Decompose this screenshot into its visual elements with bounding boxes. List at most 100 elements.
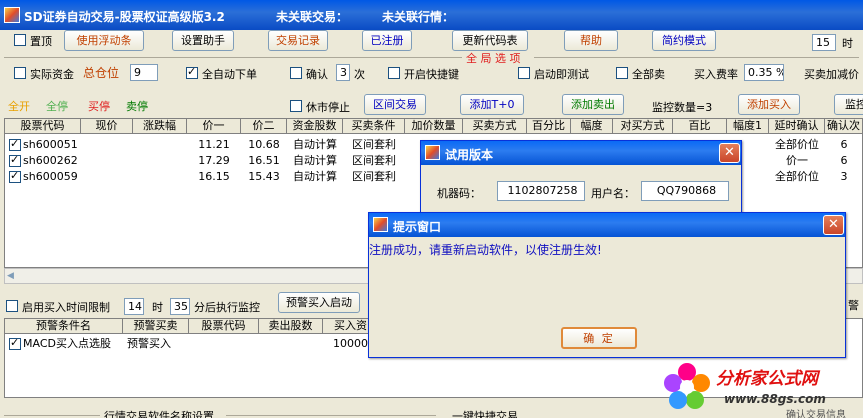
row-checkbox[interactable] (9, 137, 21, 151)
options-group-line-left (4, 57, 462, 58)
sell-all-checkbox[interactable] (616, 67, 628, 79)
sell-add-price-label: 买卖加减价 (804, 68, 859, 81)
time-limit-hour-input[interactable]: 14 (124, 298, 144, 315)
buy-fee-label: 买入费率 (694, 68, 738, 81)
main-header-cell[interactable]: 现价 (81, 119, 133, 134)
alert-row-checkbox[interactable] (9, 336, 21, 350)
registered-button[interactable]: 已注册 (362, 30, 412, 51)
total-position-input[interactable]: 9 (130, 64, 158, 81)
add-buy-button[interactable]: 添加买入 (738, 94, 800, 115)
alert-cell-name: MACD买入点选股 (23, 337, 111, 350)
quote-status: 未关联行情： (382, 10, 455, 24)
main-header-cell[interactable]: 买卖方式 (463, 119, 527, 134)
cell-confirm: 6 (840, 154, 848, 167)
market-halt-checkbox[interactable] (290, 100, 302, 112)
main-header-cell[interactable]: 幅度 (571, 119, 613, 134)
add-sell-button[interactable]: 添加卖出 (562, 94, 624, 115)
cell-funds: 自动计算 (293, 138, 337, 151)
main-header-cell[interactable]: 资金股数 (287, 119, 343, 134)
cell-p1: 11.21 (198, 138, 230, 151)
main-header-cell[interactable]: 对买方式 (613, 119, 673, 134)
all-start-link[interactable]: 全开 (8, 98, 30, 114)
main-header-cell[interactable]: 价一 (187, 119, 241, 134)
add-t0-button[interactable]: 添加T+0 (460, 94, 524, 115)
main-header-cell[interactable]: 买卖条件 (343, 119, 405, 134)
sell-all-label: 全部卖 (632, 68, 665, 81)
move-bar-button[interactable]: 使用浮动条 (64, 30, 144, 51)
all-stop-link[interactable]: 全停 (46, 98, 68, 114)
trade-log-button[interactable]: 交易记录 (268, 30, 328, 51)
main-header-cell[interactable]: 确认次 (825, 119, 863, 134)
cell-cond: 区间套利 (352, 154, 396, 167)
main-header-cell[interactable]: 股票代码 (5, 119, 81, 134)
alert-right-cut: 警 (848, 299, 859, 312)
cell-code: sh600059 (23, 170, 78, 183)
cell-confirm: 3 (840, 170, 848, 183)
range-trade-button[interactable]: 区间交易 (364, 94, 426, 115)
main-header-cell[interactable]: 涨跌幅 (133, 119, 187, 134)
bottom-line-mid (226, 415, 436, 416)
cell-p2: 16.51 (248, 154, 280, 167)
sell-stop-link[interactable]: 卖停 (126, 98, 148, 114)
main-header-cell[interactable]: 百分比 (527, 119, 571, 134)
alert-start-button[interactable]: 预警买入启动 (278, 292, 360, 313)
main-header-cell[interactable]: 加价数量 (405, 119, 463, 134)
machine-code-field[interactable]: 1102807258 (497, 181, 585, 201)
auto-order-checkbox[interactable] (186, 65, 198, 79)
alert-header-cell[interactable]: 卖出股数 (259, 319, 323, 334)
trial-close-icon[interactable]: ✕ (719, 143, 740, 163)
alert-header-cell[interactable]: 股票代码 (189, 319, 259, 334)
row-checkbox[interactable] (9, 153, 21, 167)
scroll-left-icon[interactable]: ◀ (7, 271, 17, 281)
buy-stop-link[interactable]: 买停 (88, 98, 110, 114)
prompt-dialog-titlebar[interactable]: 提示窗口 ✕ (369, 213, 845, 237)
trial-dialog-titlebar[interactable]: 试用版本 ✕ (421, 141, 741, 165)
confirm-times-input[interactable]: 3 (336, 64, 350, 81)
main-header-cell[interactable]: 延时确认 (769, 119, 825, 134)
monitor-count: 监控数量=3 (652, 101, 713, 114)
cell-confirm: 6 (840, 138, 848, 151)
pin-checkbox[interactable] (14, 34, 26, 46)
flower-logo-icon (664, 363, 710, 409)
setup-helper-button[interactable]: 设置助手 (172, 30, 234, 51)
prompt-message: 注册成功，请重新启动软件，以使注册生效! (369, 243, 602, 257)
time-limit-minute-input[interactable]: 35 (170, 298, 190, 315)
main-header-cell[interactable]: 价二 (241, 119, 287, 134)
startup-test-label: 启动即测试 (534, 68, 589, 81)
real-funds-checkbox[interactable] (14, 67, 26, 79)
title-bar[interactable]: SD证券自动交易-股票权证高级版3.2 未关联交易： 未关联行情： (0, 0, 863, 30)
main-header-cell[interactable]: 百比 (673, 119, 727, 134)
help-button[interactable]: 帮助 (564, 30, 618, 51)
prompt-dialog[interactable]: 提示窗口 ✕ 注册成功，请重新启动软件，以使注册生效! 确 定 (368, 212, 846, 358)
alert-header-cell[interactable]: 预警买卖 (123, 319, 189, 334)
ok-button[interactable]: 确 定 (561, 327, 637, 349)
main-header-cell[interactable]: 幅度1 (727, 119, 769, 134)
hotkey-checkbox[interactable] (388, 67, 400, 79)
update-codes-button[interactable]: 更新代码表 (452, 30, 528, 51)
alert-header-cell[interactable]: 预警条件名 (5, 319, 123, 334)
time-limit-hour-unit: 时 (152, 301, 163, 314)
cell-cond: 区间套利 (352, 138, 396, 151)
row-checkbox[interactable] (9, 169, 21, 183)
trial-dialog-title: 试用版本 (445, 148, 494, 162)
cell-code: sh600051 (23, 138, 78, 151)
startup-test-checkbox[interactable] (518, 67, 530, 79)
prompt-dialog-title: 提示窗口 (393, 220, 442, 234)
time-limit-checkbox[interactable] (6, 300, 18, 312)
window-title: SD证券自动交易-股票权证高级版3.2 (24, 10, 225, 24)
cell-code: sh600262 (23, 154, 78, 167)
cell-delay: 价一 (786, 154, 808, 167)
time-limit-minute-text: 分后执行监控 (194, 301, 260, 314)
simple-mode-button[interactable]: 简约模式 (652, 30, 716, 51)
monitor-button[interactable]: 监控 (834, 94, 863, 115)
watermark: 分析家公式网 www.88gs.com (662, 358, 862, 418)
prompt-dialog-icon (373, 217, 388, 232)
cell-p2: 10.68 (248, 138, 280, 151)
confirm-checkbox[interactable] (290, 67, 302, 79)
hour-input[interactable]: 15 (812, 34, 836, 51)
username-field[interactable]: QQ790868 (641, 181, 729, 201)
buy-fee-input[interactable]: 0.35 % (744, 64, 784, 81)
options-group-line-right (534, 57, 859, 58)
prompt-close-icon[interactable]: ✕ (823, 215, 844, 235)
real-funds-label: 实际资金 (30, 68, 74, 81)
